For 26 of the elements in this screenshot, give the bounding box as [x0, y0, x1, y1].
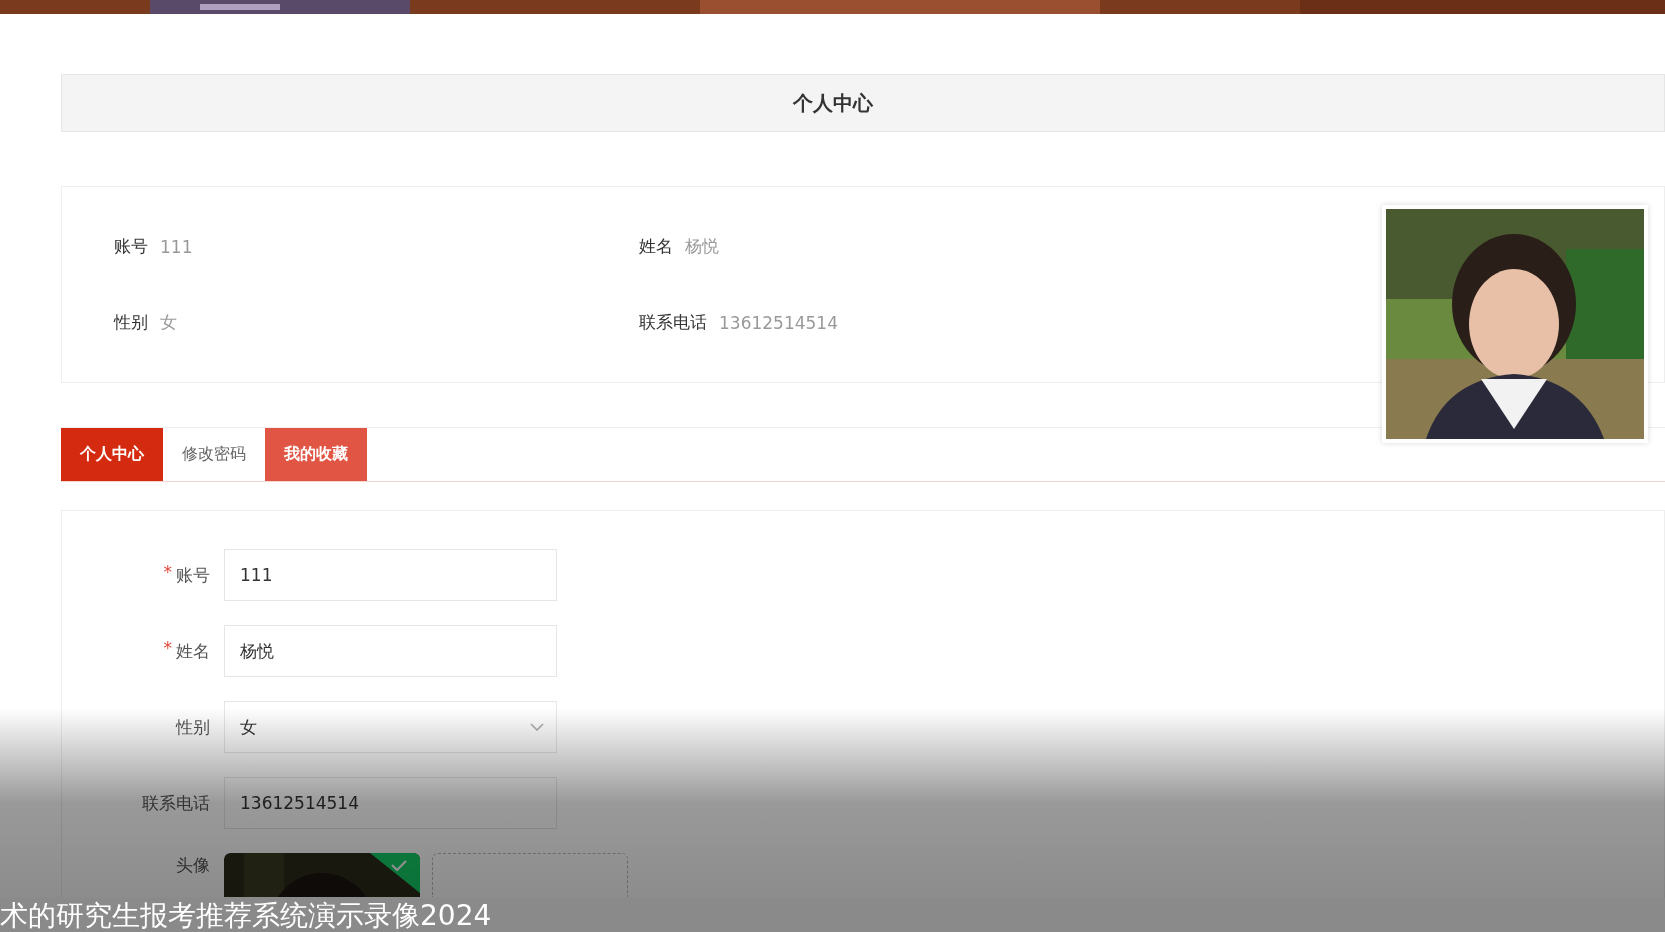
profile-value: 111 [160, 236, 193, 257]
field-label: 头像 [176, 854, 211, 877]
chevron-down-icon [530, 723, 544, 731]
tab[interactable]: 我的收藏 [265, 428, 367, 481]
field-label: 性别 [176, 716, 211, 739]
profile-label: 联系电话 [639, 311, 707, 334]
required-mark: * [163, 561, 172, 584]
profile-value: 杨悦 [685, 235, 719, 258]
tab[interactable]: 个人中心 [61, 428, 163, 481]
field-label: 账号 [176, 564, 211, 587]
required-mark: * [163, 637, 172, 660]
upload-area[interactable] [432, 853, 628, 897]
input-field[interactable]: 13612514514 [224, 777, 557, 829]
profile-value: 女 [160, 311, 177, 334]
field-label: 姓名 [176, 640, 211, 663]
input-field[interactable]: 111 [224, 549, 557, 601]
input-field[interactable]: 杨悦 [224, 625, 557, 677]
select-field[interactable]: 女 [224, 701, 557, 753]
page-title: 个人中心 [793, 89, 873, 117]
profile-label: 姓名 [639, 235, 673, 258]
profile-value: 13612514514 [719, 312, 838, 333]
tab[interactable]: 修改密码 [163, 428, 265, 481]
field-label: 联系电话 [142, 792, 211, 815]
profile-label: 账号 [114, 235, 148, 258]
video-caption: 术的研究生报考推荐系统演示录像2024 [0, 900, 492, 932]
profile-label: 性别 [114, 311, 148, 334]
